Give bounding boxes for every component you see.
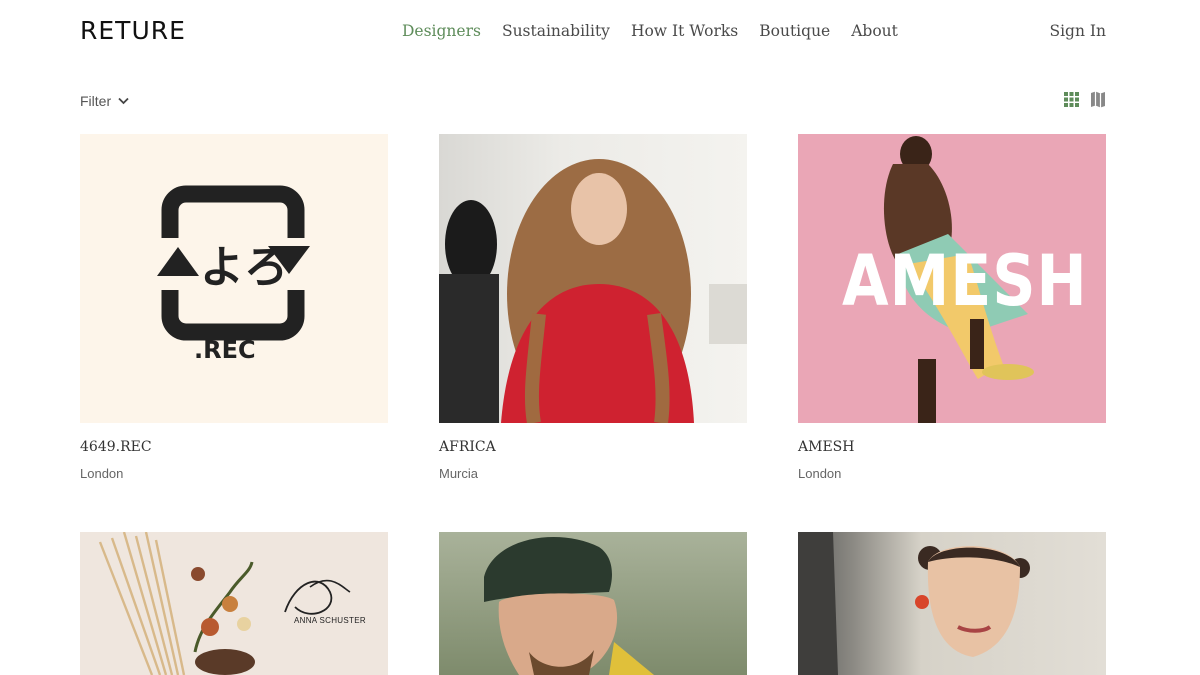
- designer-image: [439, 532, 747, 675]
- main-nav: Designers Sustainability How It Works Bo…: [402, 22, 898, 40]
- designer-name: AMESH: [798, 439, 855, 455]
- designer-name: AFRICA: [439, 439, 496, 455]
- portrait-photo: [798, 532, 1030, 675]
- designer-image: よろ .REC: [80, 134, 388, 423]
- chevron-down-icon: [118, 92, 129, 110]
- grid-view-icon[interactable]: [1064, 92, 1079, 107]
- nav-item-designers[interactable]: Designers: [402, 22, 481, 40]
- filter-label: Filter: [80, 93, 112, 109]
- nav-item-sustainability[interactable]: Sustainability: [502, 22, 610, 40]
- header: RETURE Designers Sustainability How It W…: [0, 0, 1200, 64]
- designer-image: ANNA SCHUSTER: [80, 532, 388, 675]
- sign-in-link[interactable]: Sign In: [1049, 22, 1106, 40]
- designer-card[interactable]: [798, 532, 1106, 675]
- designer-image: [798, 532, 1106, 675]
- designer-card[interactable]: ANNA SCHUSTER: [80, 532, 388, 675]
- floral-photo: [98, 532, 351, 675]
- view-toggle-group: [1064, 91, 1106, 108]
- designer-card[interactable]: よろ .REC 4649.REC London: [80, 134, 388, 481]
- rec-wordmark: .REC: [194, 336, 256, 364]
- designer-city: London: [798, 466, 842, 481]
- designer-city: London: [80, 466, 124, 481]
- portrait-photo: [439, 159, 747, 423]
- designer-card[interactable]: AFRICA Murcia: [439, 134, 747, 481]
- designer-name: 4649.REC: [80, 439, 152, 455]
- designer-card[interactable]: [439, 532, 747, 675]
- nav-item-boutique[interactable]: Boutique: [759, 22, 830, 40]
- logo[interactable]: RETURE: [80, 16, 186, 45]
- nav-item-about[interactable]: About: [851, 22, 898, 40]
- designer-city: Murcia: [439, 466, 479, 481]
- svg-text:よろ: よろ: [200, 242, 288, 293]
- portrait-photo: [484, 537, 654, 675]
- nav-item-how-it-works[interactable]: How It Works: [631, 22, 738, 40]
- rec-logo-icon: よろ: [156, 185, 310, 341]
- filter-dropdown[interactable]: Filter: [80, 92, 129, 110]
- signature-caption: ANNA SCHUSTER: [294, 616, 366, 625]
- designer-image: [439, 134, 747, 423]
- map-view-icon[interactable]: [1090, 91, 1106, 108]
- amesh-wordmark: AMESH: [842, 240, 1088, 322]
- designer-image: AMESH: [798, 134, 1106, 423]
- designer-card[interactable]: AMESH AMESH London: [798, 134, 1106, 481]
